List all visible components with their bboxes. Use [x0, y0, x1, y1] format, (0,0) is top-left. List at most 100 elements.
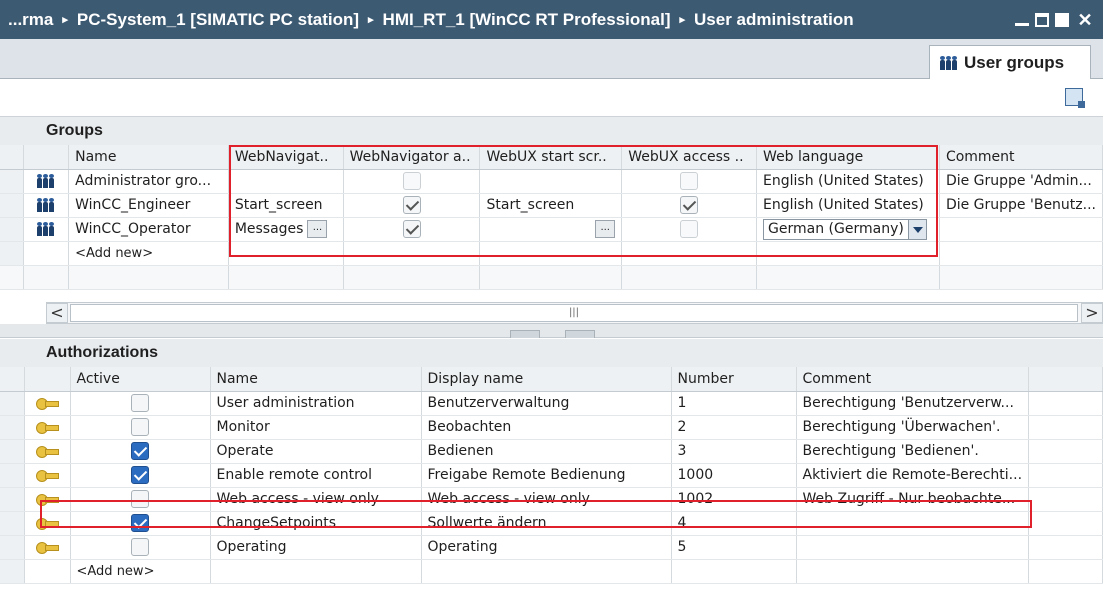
group-name-cell[interactable]: Administrator gro... [68, 169, 229, 194]
webux-start-cell[interactable] [479, 169, 623, 194]
display-name-cell[interactable]: Benutzerverwaltung [421, 391, 672, 416]
table-row[interactable]: ChangeSetpoints Sollwerte ändern 4 [0, 511, 1103, 536]
table-row[interactable]: WinCC_Operator Messages... ... German (G… [0, 217, 1103, 242]
close-icon[interactable]: ✕ [1075, 10, 1095, 30]
authorization-name-cell[interactable]: Web access - view only [210, 487, 422, 512]
checkbox[interactable] [680, 220, 699, 238]
checkbox[interactable] [402, 196, 421, 214]
comment-cell[interactable] [796, 535, 1030, 560]
authorization-name-cell[interactable]: Operate [210, 439, 422, 464]
table-row[interactable]: Web access - view only Web access - view … [0, 487, 1103, 512]
column-header-web-language[interactable]: Web language [756, 145, 940, 170]
authorization-name-cell[interactable]: Operating [210, 535, 422, 560]
webux-start-cell[interactable]: Start_screen [479, 193, 623, 218]
row-selector[interactable] [0, 193, 24, 218]
webux-access-cell[interactable] [621, 193, 758, 218]
table-row[interactable]: WinCC_Engineer Start_screen Start_screen… [0, 193, 1103, 218]
column-header-active[interactable]: Active [70, 367, 211, 392]
number-cell[interactable]: 5 [671, 535, 797, 560]
row-selector[interactable] [0, 415, 25, 440]
table-row[interactable]: User administration Benutzerverwaltung 1 Be… [0, 391, 1103, 416]
active-cell[interactable] [70, 415, 211, 440]
browse-button[interactable]: ... [307, 220, 328, 238]
row-selector[interactable] [0, 217, 24, 242]
number-cell[interactable]: 1002 [671, 487, 797, 512]
comment-cell[interactable] [939, 217, 1103, 242]
number-cell[interactable]: 2 [671, 415, 797, 440]
comment-cell[interactable]: Berechtigung 'Überwachen'. [796, 415, 1030, 440]
active-cell[interactable] [70, 463, 211, 488]
number-cell[interactable]: 1 [671, 391, 797, 416]
checkbox[interactable] [680, 196, 699, 214]
breadcrumb-2[interactable]: HMI_RT_1 [WinCC RT Professional] [383, 10, 671, 30]
table-row[interactable]: Administrator gro... English (United Sta… [0, 169, 1103, 194]
checkbox[interactable] [402, 220, 421, 238]
table-row[interactable]: Operate Bedienen 3 Berechtigung 'Bedienen'. [0, 439, 1103, 464]
add-new-cell[interactable]: <Add new> [68, 241, 229, 266]
breadcrumb-3[interactable]: User administration [694, 10, 854, 30]
active-cell[interactable] [70, 535, 211, 560]
webux-access-cell[interactable] [621, 217, 758, 242]
table-row[interactable]: Operating Operating 5 [0, 535, 1103, 560]
column-header-webnav-access[interactable]: WebNavigator a.. [343, 145, 481, 170]
authorization-name-cell[interactable]: ChangeSetpoints [210, 511, 422, 536]
webnav-start-cell[interactable]: Start_screen [228, 193, 344, 218]
webnav-access-cell[interactable] [343, 169, 481, 194]
scroll-right-button[interactable]: > [1081, 303, 1103, 323]
add-new-row[interactable]: <Add new> [0, 241, 1103, 266]
number-cell[interactable]: 3 [671, 439, 797, 464]
checkbox[interactable] [131, 538, 149, 556]
comment-cell[interactable] [796, 511, 1030, 536]
webnav-start-cell[interactable]: Messages... [228, 217, 344, 242]
column-header-display-name[interactable]: Display name [421, 367, 672, 392]
comment-cell[interactable]: Berechtigung 'Bedienen'. [796, 439, 1030, 464]
row-selector[interactable] [0, 241, 24, 266]
checkbox[interactable] [131, 418, 149, 436]
web-language-cell[interactable]: English (United States) [756, 169, 940, 194]
breadcrumb-1[interactable]: PC-System_1 [SIMATIC PC station] [77, 10, 359, 30]
row-selector[interactable] [0, 487, 25, 512]
authorization-name-cell[interactable]: User administration [210, 391, 422, 416]
display-name-cell[interactable]: Beobachten [421, 415, 672, 440]
chevron-down-icon[interactable] [907, 219, 926, 239]
checkbox[interactable] [402, 172, 421, 190]
checkbox[interactable] [131, 442, 149, 460]
pane-splitter[interactable] [0, 324, 1103, 338]
checkbox[interactable] [131, 466, 149, 484]
comment-cell[interactable]: Web Zugriff - Nur beobachte... [796, 487, 1030, 512]
display-name-cell[interactable]: Operating [421, 535, 672, 560]
column-header-name[interactable]: Name [68, 145, 229, 170]
comment-cell[interactable]: Die Gruppe 'Benutz... [939, 193, 1103, 218]
checkbox[interactable] [131, 490, 149, 508]
webnav-access-cell[interactable] [343, 217, 481, 242]
split-view-icon[interactable] [1065, 88, 1085, 108]
webux-start-cell[interactable]: ... [479, 217, 623, 242]
checkbox[interactable] [131, 514, 149, 532]
breadcrumb-0[interactable]: ...rma [8, 10, 53, 30]
tab-user-groups[interactable]: User groups [929, 45, 1091, 80]
row-selector[interactable] [0, 169, 24, 194]
add-new-cell[interactable]: <Add new> [70, 559, 211, 584]
number-cell[interactable]: 1000 [671, 463, 797, 488]
column-header-number[interactable]: Number [671, 367, 797, 392]
table-row[interactable]: Monitor Beobachten 2 Berechtigung 'Überwach… [0, 415, 1103, 440]
browse-button[interactable]: ... [595, 220, 616, 238]
scroll-thumb[interactable]: ||| [70, 304, 1078, 322]
webux-access-cell[interactable] [621, 169, 758, 194]
checkbox[interactable] [680, 172, 699, 190]
maximize-icon[interactable] [1055, 12, 1069, 27]
active-cell[interactable] [70, 487, 211, 512]
scroll-left-button[interactable]: < [46, 303, 68, 323]
row-selector[interactable] [0, 391, 25, 416]
authorization-name-cell[interactable]: Monitor [210, 415, 422, 440]
web-language-cell[interactable]: English (United States) [756, 193, 940, 218]
column-header-name[interactable]: Name [210, 367, 422, 392]
row-selector[interactable] [0, 439, 25, 464]
webnav-start-cell[interactable] [228, 169, 344, 194]
collapse-down-icon[interactable] [565, 330, 595, 338]
web-language-cell[interactable]: German (Germany) [756, 217, 940, 242]
authorization-name-cell[interactable]: Enable remote control [210, 463, 422, 488]
display-name-cell[interactable]: Web access - view only [421, 487, 672, 512]
comment-cell[interactable]: Aktiviert die Remote-Berechti... [796, 463, 1030, 488]
display-name-cell[interactable]: Sollwerte ändern [421, 511, 672, 536]
